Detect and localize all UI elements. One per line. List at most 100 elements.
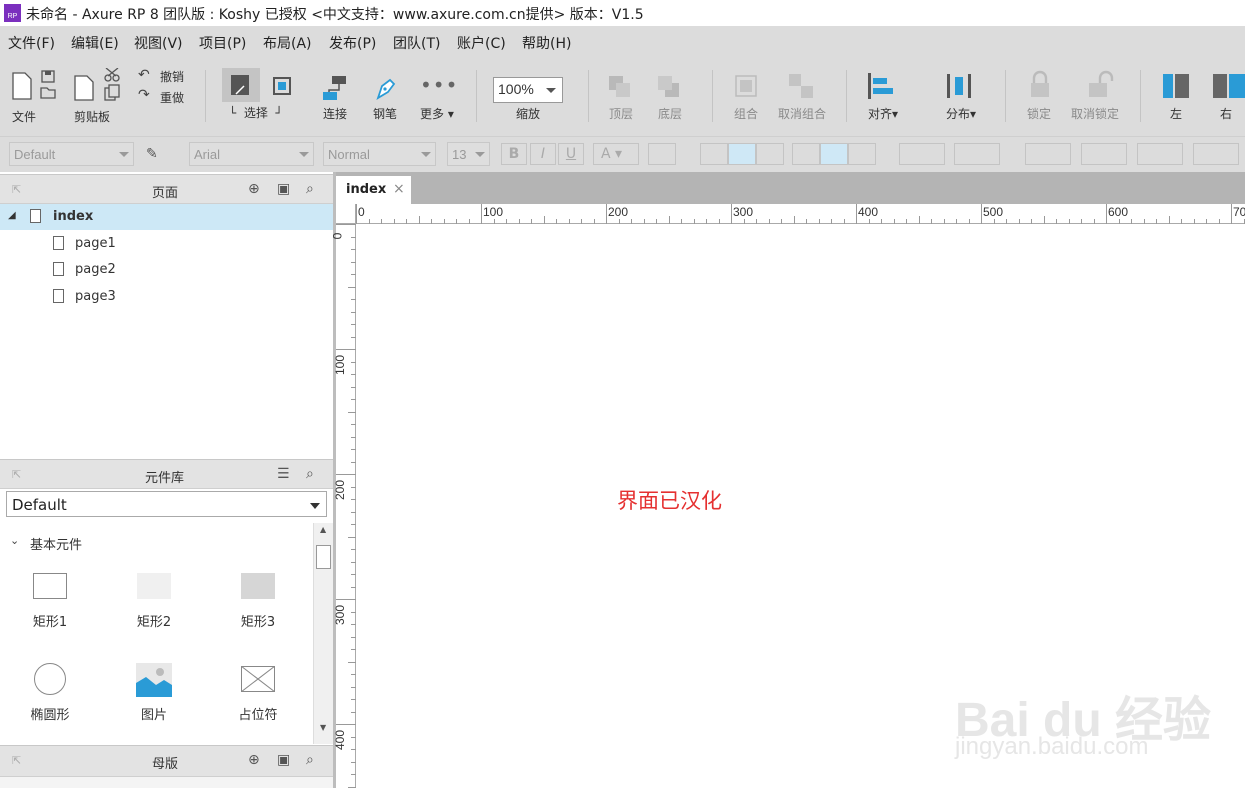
more-dots-icon[interactable]: •••: [420, 73, 458, 97]
zoom-label: 缩放: [516, 107, 541, 121]
align-icon[interactable]: [866, 72, 896, 100]
select-contained-icon[interactable]: [272, 76, 294, 98]
distribute-icon[interactable]: [945, 72, 975, 100]
vertical-ruler: 0 100 200 300 400: [330, 224, 356, 788]
library-scrollbar[interactable]: ▲ ▼: [313, 523, 333, 744]
page-icon: [53, 236, 64, 250]
arrow-style-button[interactable]: [1193, 143, 1239, 165]
font-family-select[interactable]: Arial: [189, 142, 314, 166]
page-item-page2[interactable]: page2: [0, 257, 333, 283]
unlock-icon[interactable]: [1086, 70, 1116, 100]
rect1-icon: [33, 573, 67, 599]
menu-team[interactable]: 团队(T): [393, 33, 440, 53]
menu-help[interactable]: 帮助(H): [522, 33, 571, 53]
shadow-button[interactable]: [954, 143, 1000, 165]
pin-icon[interactable]: ⇱: [12, 183, 21, 196]
zoom-select[interactable]: 100%: [493, 77, 563, 103]
style-value: Default: [14, 147, 56, 162]
undo-button[interactable]: 撤销: [160, 68, 184, 85]
more-button[interactable]: 更多 ▾: [420, 105, 454, 122]
style-select[interactable]: Default: [9, 142, 134, 166]
library-panel-title: 元件库: [145, 471, 185, 486]
bring-to-front-icon[interactable]: [607, 74, 633, 100]
menu-project[interactable]: 项目(P): [199, 33, 246, 53]
italic-button[interactable]: I: [530, 143, 556, 165]
add-folder-icon[interactable]: ▣: [277, 752, 290, 768]
align-label: 对齐: [868, 107, 893, 121]
group-icon[interactable]: [732, 72, 760, 100]
more-label: 更多: [420, 107, 445, 121]
menu-layout[interactable]: 布局(A): [263, 33, 312, 53]
lock-label: 锁定: [1027, 107, 1052, 121]
collapse-arrow-icon[interactable]: ◢: [8, 210, 16, 221]
menu-account[interactable]: 账户(C): [457, 33, 506, 53]
select-text: 选择: [243, 106, 268, 120]
valign-top-button[interactable]: [792, 143, 820, 165]
scroll-up-icon[interactable]: ▲: [320, 525, 326, 534]
canvas-text-label[interactable]: 界面已汉化: [617, 485, 722, 515]
align-left-button[interactable]: [700, 143, 728, 165]
redo-button[interactable]: 重做: [160, 89, 184, 106]
add-folder-icon[interactable]: ▣: [277, 181, 290, 197]
pages-tree: ◢ index page1 page2 page3: [0, 204, 333, 457]
section-basic-widgets[interactable]: 基本元件: [30, 534, 82, 553]
undo-icon[interactable]: ↶: [138, 67, 150, 83]
page-item-page3[interactable]: page3: [0, 284, 333, 310]
search-icon[interactable]: ⌕: [306, 466, 314, 482]
rect2-icon: [137, 573, 171, 599]
align-center-button[interactable]: [728, 143, 756, 165]
library-select[interactable]: Default: [6, 491, 327, 517]
menu-view[interactable]: 视图(V): [134, 33, 183, 53]
border-style-button[interactable]: [1137, 143, 1183, 165]
pin-icon[interactable]: ⇱: [12, 754, 21, 767]
page-item-page1[interactable]: page1: [0, 231, 333, 257]
h-tick-label: 600: [1108, 205, 1129, 219]
right-panel-icon[interactable]: [1212, 72, 1245, 100]
menu-icon[interactable]: ☰: [277, 466, 290, 482]
lock-icon[interactable]: [1028, 70, 1052, 100]
chevron-down-icon[interactable]: ⌄: [10, 534, 19, 547]
clipboard-icon[interactable]: [72, 68, 124, 104]
valign-middle-button[interactable]: [820, 143, 848, 165]
font-size-select[interactable]: 13: [447, 142, 490, 166]
menu-publish[interactable]: 发布(P): [329, 33, 376, 53]
border-color-button[interactable]: [1025, 143, 1071, 165]
widget-label: 矩形3: [240, 615, 276, 630]
fill-color-button[interactable]: [899, 143, 945, 165]
title-bar: RP 未命名 - Axure RP 8 团队版 : Koshy 已授权 <中文支…: [0, 0, 1245, 26]
add-page-icon[interactable]: ⊕: [248, 181, 260, 197]
menu-file[interactable]: 文件(F): [8, 33, 55, 53]
border-width-button[interactable]: [1081, 143, 1127, 165]
align-right-button[interactable]: [756, 143, 784, 165]
new-file-icon[interactable]: [10, 70, 62, 104]
v-tick-label: 200: [333, 479, 348, 501]
font-weight-select[interactable]: Normal: [323, 142, 436, 166]
search-icon[interactable]: ⌕: [306, 752, 314, 768]
valign-bottom-button[interactable]: [848, 143, 876, 165]
tab-index[interactable]: index ×: [336, 176, 411, 204]
widget-label: 矩形2: [136, 615, 172, 630]
underline-button[interactable]: U: [558, 143, 584, 165]
bold-button[interactable]: B: [501, 143, 527, 165]
bullet-list-button[interactable]: [648, 143, 676, 165]
scroll-down-icon[interactable]: ▼: [320, 723, 326, 732]
connector-icon[interactable]: [322, 74, 348, 102]
add-master-icon[interactable]: ⊕: [248, 752, 260, 768]
send-to-back-icon[interactable]: [656, 74, 682, 100]
redo-icon[interactable]: ↷: [138, 87, 150, 103]
page-item-index[interactable]: ◢ index: [0, 204, 333, 230]
menu-edit[interactable]: 编辑(E): [71, 33, 119, 53]
left-panel-icon[interactable]: [1162, 72, 1190, 100]
pen-tool-icon[interactable]: [374, 74, 396, 102]
scroll-thumb[interactable]: [316, 545, 331, 569]
distribute-button[interactable]: 分布▾: [946, 105, 976, 122]
font-color-button[interactable]: A ▾: [593, 143, 639, 165]
style-editor-icon[interactable]: ✎: [146, 146, 158, 162]
select-intersect-icon[interactable]: [230, 74, 252, 98]
search-icon[interactable]: ⌕: [306, 181, 314, 197]
close-icon[interactable]: ×: [393, 181, 405, 197]
pin-icon[interactable]: ⇱: [12, 468, 21, 481]
library-panel-header: ⇱ 元件库 ☰ ⌕: [0, 459, 333, 489]
ungroup-icon[interactable]: [787, 72, 815, 100]
align-button[interactable]: 对齐▾: [868, 105, 898, 122]
